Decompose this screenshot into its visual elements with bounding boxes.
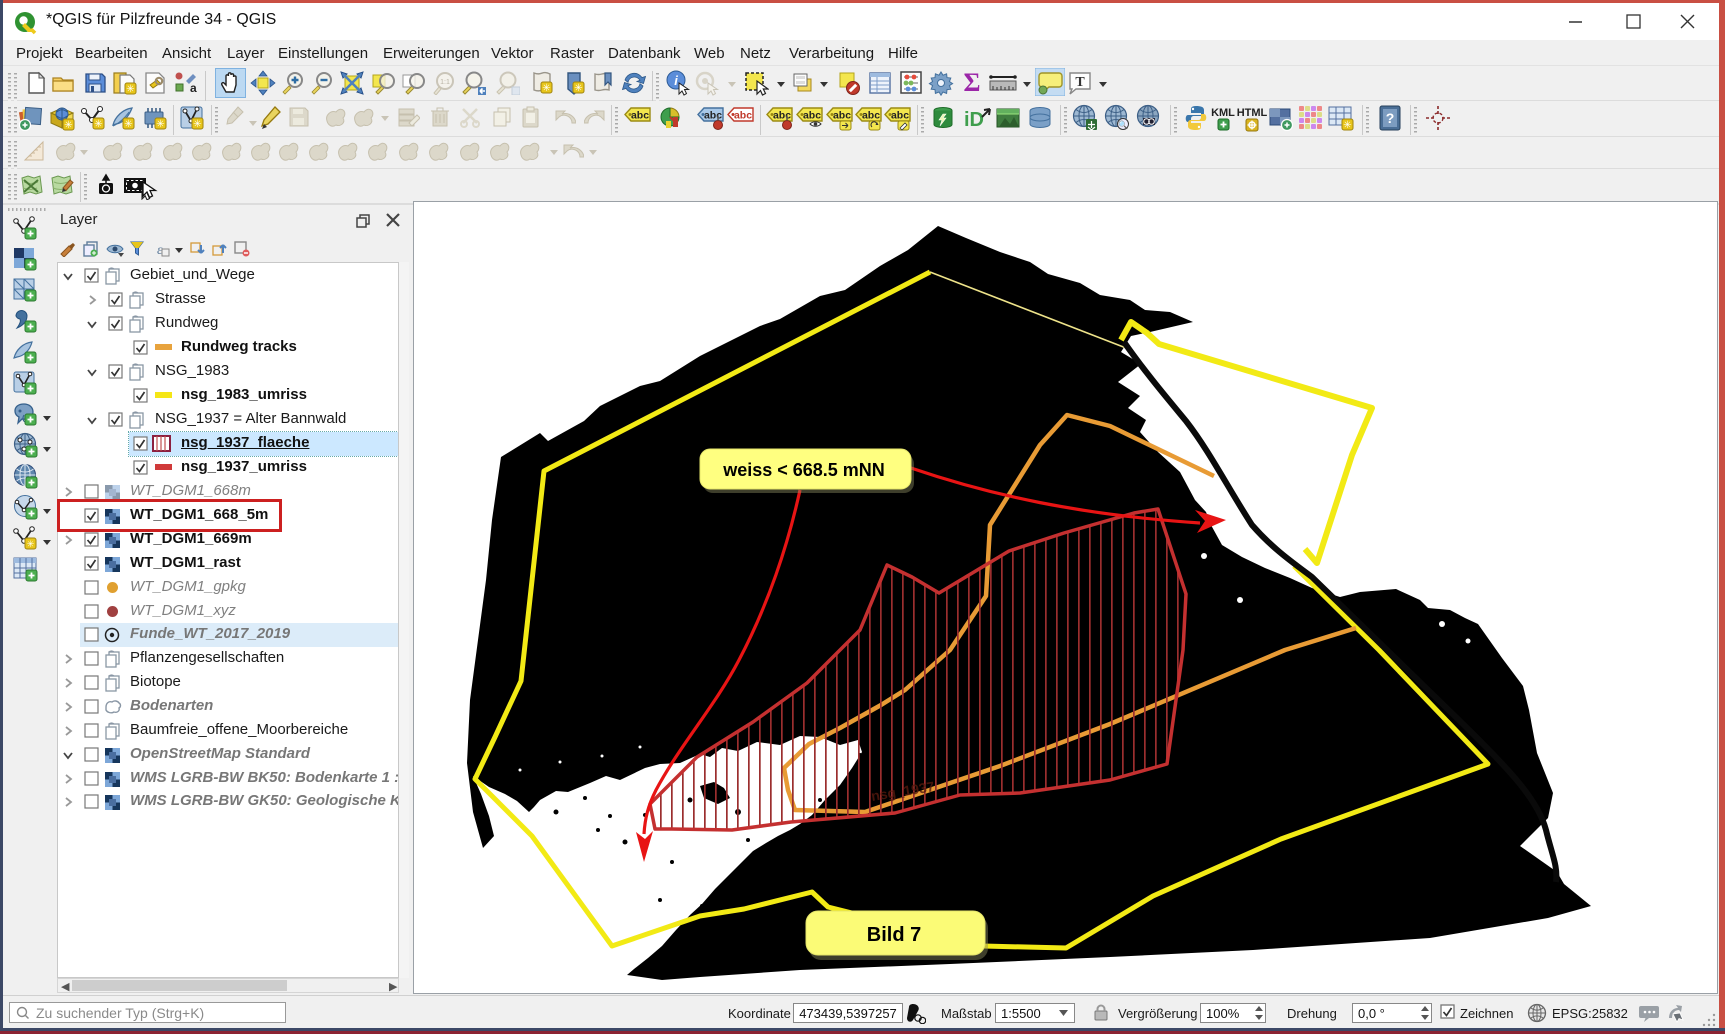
svg-text:1:1: 1:1 (440, 79, 450, 86)
svg-text:Bild 7: Bild 7 (867, 924, 921, 946)
svg-text:✳: ✳ (1343, 120, 1351, 131)
svg-text:KML: KML (1211, 107, 1235, 119)
svg-text:iD: iD (964, 109, 984, 131)
svg-text:✳: ✳ (542, 83, 550, 94)
svg-text:weiss < 668.5 mNN: weiss < 668.5 mNN (722, 460, 885, 480)
svg-text:abc: abc (891, 110, 909, 122)
svg-text:✳: ✳ (574, 83, 582, 94)
svg-text:✳: ✳ (126, 84, 134, 95)
svg-text:abc: abc (803, 110, 821, 122)
svg-text:?: ? (1386, 110, 1395, 126)
svg-text:✳: ✳ (64, 120, 72, 131)
svg-text:i: i (674, 73, 678, 88)
svg-text:abc: abc (833, 110, 851, 122)
svg-text:abc: abc (734, 110, 752, 122)
svg-text:✳: ✳ (193, 119, 201, 130)
svg-text:✳: ✳ (27, 539, 35, 549)
svg-text:a: a (190, 81, 197, 95)
svg-text:🔍: 🔍 (1118, 120, 1128, 130)
svg-text:✳: ✳ (94, 119, 102, 130)
svg-text:✳: ✳ (124, 119, 132, 130)
svg-text:abc: abc (862, 110, 880, 122)
svg-text:abc: abc (773, 110, 791, 122)
svg-text:Σ: Σ (964, 70, 981, 96)
svg-text:abc: abc (704, 110, 722, 122)
svg-text:T: T (1075, 75, 1085, 90)
svg-text:✳: ✳ (156, 119, 164, 130)
svg-text:abc: abc (631, 110, 649, 122)
svg-text:HTML: HTML (1237, 107, 1267, 119)
